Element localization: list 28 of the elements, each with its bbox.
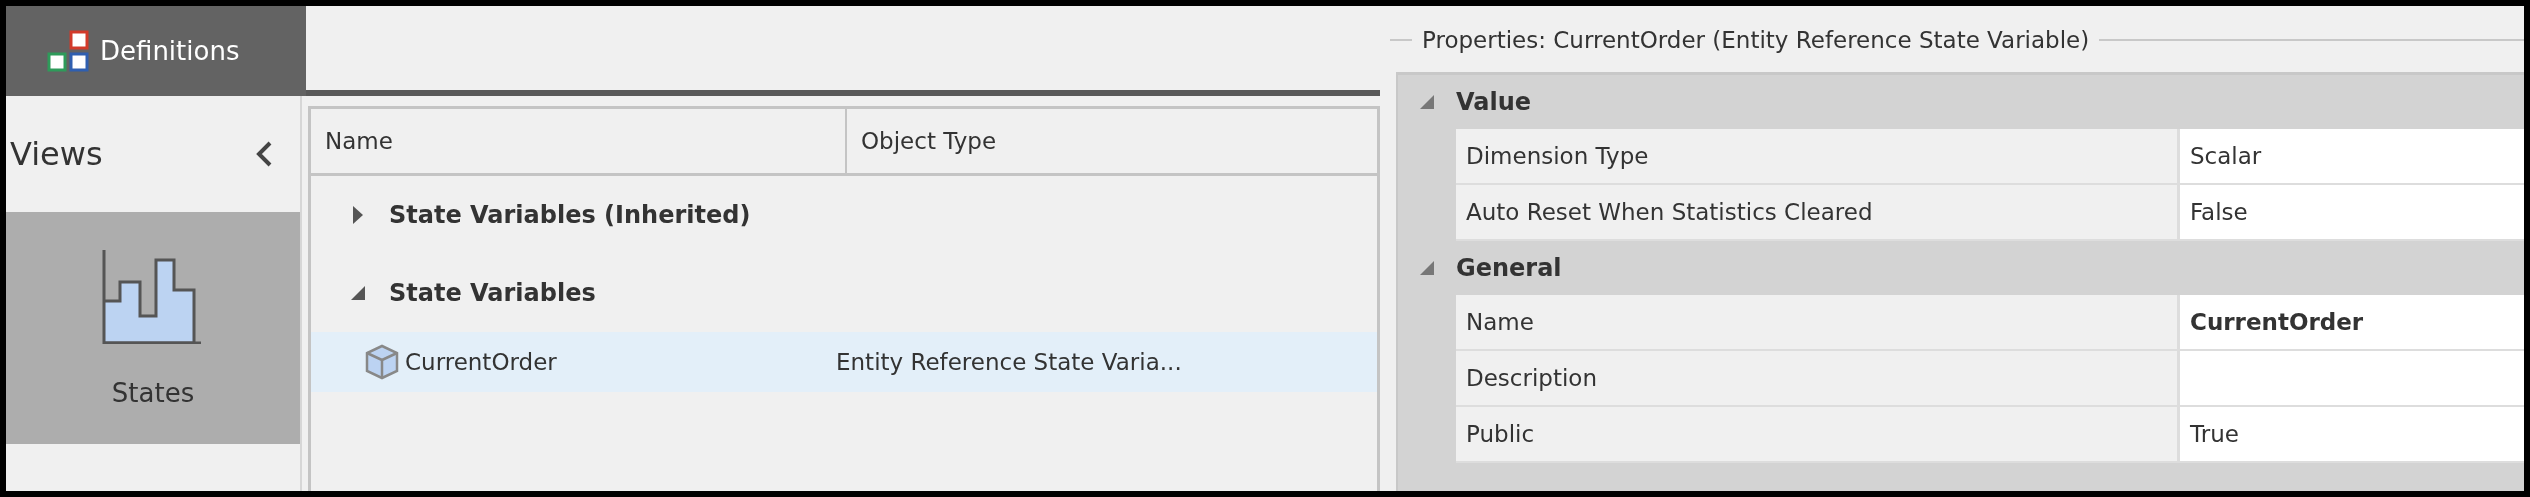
property-value[interactable]: Scalar <box>2180 129 2524 185</box>
column-header[interactable]: Name <box>311 109 847 173</box>
property-value[interactable]: False <box>2180 185 2524 241</box>
property-name[interactable]: Auto Reset When Statistics Cleared <box>1456 185 2180 241</box>
views-title: Views <box>10 135 103 173</box>
column-header[interactable]: Object Type <box>847 109 1377 173</box>
cube-icon <box>365 344 399 380</box>
definitions-tab[interactable]: Definitions <box>6 6 306 96</box>
tree-row[interactable]: CurrentOrder Entity Reference State Varia... <box>311 332 1377 392</box>
property-value[interactable]: CurrentOrder <box>2180 295 2524 351</box>
group-label[interactable]: State Variables <box>389 279 596 307</box>
properties-title: Properties: CurrentOrder (Entity Reference State Variable) <box>1422 27 2090 53</box>
group-label[interactable]: State Variables (Inherited) <box>389 201 751 229</box>
expanded-triangle-icon[interactable] <box>349 284 367 302</box>
property-name[interactable]: Name <box>1456 295 2180 351</box>
states-view-item[interactable]: States <box>6 212 300 444</box>
object-type: Entity Reference State Varia... <box>836 349 1182 375</box>
property-name[interactable]: Dimension Type <box>1456 129 2180 185</box>
category-label[interactable]: General <box>1456 254 1562 282</box>
collapse-icon[interactable] <box>254 140 274 168</box>
variable-name: CurrentOrder <box>405 349 557 375</box>
property-name[interactable]: Description <box>1456 351 2180 407</box>
expanded-triangle-icon[interactable] <box>1419 94 1435 110</box>
blocks-icon <box>46 30 90 72</box>
expanded-triangle-icon[interactable] <box>1419 260 1435 276</box>
property-value[interactable]: True <box>2180 407 2524 463</box>
category-label[interactable]: Value <box>1456 88 1532 116</box>
property-name[interactable]: Public <box>1456 407 2180 463</box>
